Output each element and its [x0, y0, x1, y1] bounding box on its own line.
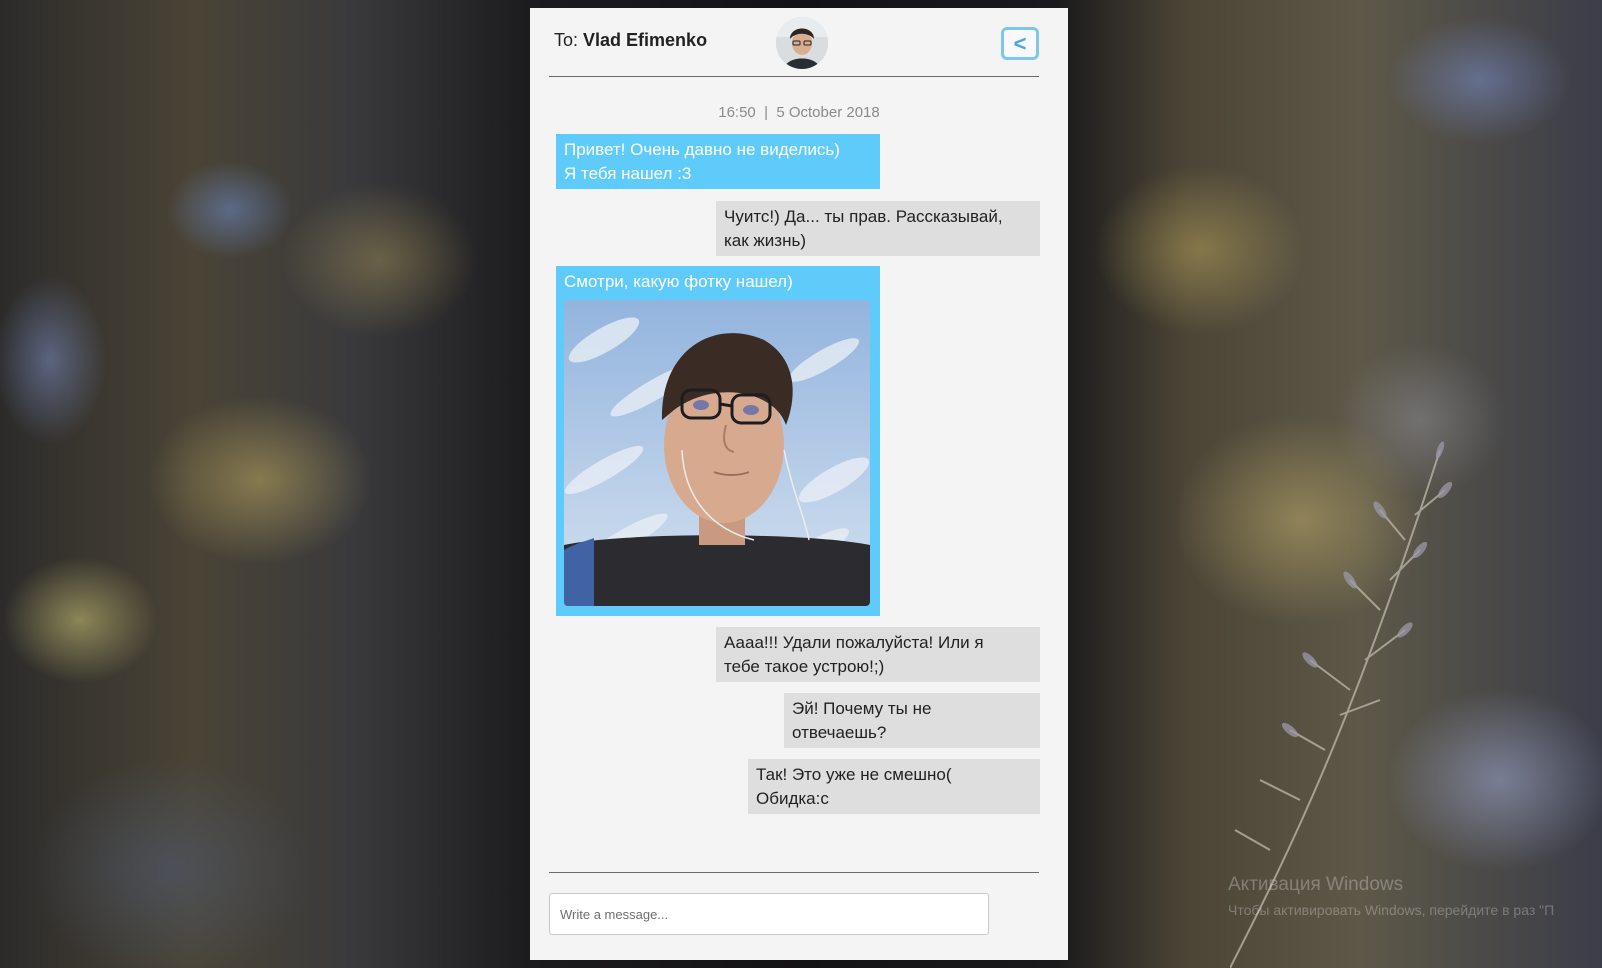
back-arrow-icon: < — [1013, 30, 1027, 56]
back-button[interactable]: < — [1001, 27, 1039, 60]
message-bubble-incoming[interactable]: Аааа!!! Удали пожалуйста! Или я тебе так… — [716, 627, 1040, 682]
message-text: Я тебя нашел :3 — [564, 164, 692, 183]
avatar-photo — [776, 17, 828, 69]
watermark-title: Активация Windows — [1228, 874, 1404, 895]
watermark-text: Чтобы активировать Windows, перейдите в … — [1228, 902, 1555, 918]
message-bubble-incoming[interactable]: Эй! Почему ты не отвечаешь? — [784, 693, 1040, 748]
chat-timestamp: 16:50 | 5 October 2018 — [718, 104, 880, 121]
message-input[interactable] — [549, 893, 989, 935]
chat-header: To: Vlad Efimenko < — [549, 8, 1039, 77]
message-text: Чуитс!) Да... ты прав. Рассказывай, — [724, 207, 1003, 226]
chat-panel: To: Vlad Efimenko < 16:50 | 5 October 20… — [530, 8, 1068, 960]
message-text: отвечаешь? — [792, 723, 887, 742]
message-bubble-outgoing-photo[interactable]: Смотри, какую фотку нашел) — [556, 266, 880, 616]
message-text: Так! Это уже не смешно( — [756, 765, 952, 784]
recipient-name: Vlad Efimenko — [583, 30, 708, 50]
message-text: тебе такое устрою!;) — [724, 657, 885, 676]
avatar[interactable] — [776, 17, 828, 69]
shared-photo[interactable] — [564, 300, 870, 606]
selfie-photo-image — [564, 300, 870, 606]
message-text: Обидка:с — [756, 789, 829, 808]
windows-activation-watermark: Активация Windows Чтобы активировать Win… — [1228, 874, 1554, 918]
message-bubble-incoming[interactable]: Чуитс!) Да... ты прав. Рассказывай, как … — [716, 201, 1040, 256]
message-text: Смотри, какую фотку нашел) — [564, 272, 793, 291]
message-text: как жизнь) — [724, 231, 806, 250]
message-bubble-incoming[interactable]: Так! Это уже не смешно( Обидка:с — [748, 759, 1040, 814]
to-prefix: To: — [554, 30, 579, 50]
message-text: Аааа!!! Удали пожалуйста! Или я — [724, 633, 984, 652]
message-text: Эй! Почему ты не — [792, 699, 932, 718]
message-bubble-outgoing[interactable]: Привет! Очень давно не виделись) Я тебя … — [556, 134, 880, 189]
recipient-label: To: Vlad Efimenko — [554, 30, 707, 51]
composer-divider — [549, 872, 1039, 873]
message-text: Привет! Очень давно не виделись) — [564, 140, 840, 159]
